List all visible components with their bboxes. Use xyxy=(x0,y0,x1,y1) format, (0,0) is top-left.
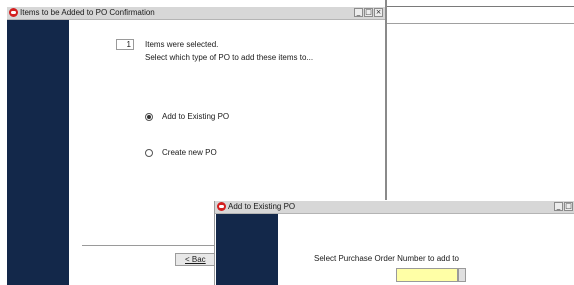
side-panel xyxy=(7,20,69,285)
maximize-button[interactable]: □ xyxy=(364,8,373,17)
item-count-field: 1 xyxy=(116,39,134,50)
window-divider xyxy=(385,0,387,200)
background-window-separator xyxy=(387,6,574,7)
maximize-button[interactable]: □ xyxy=(564,202,573,211)
po-number-input[interactable] xyxy=(396,268,458,282)
background-window xyxy=(387,0,574,200)
create-new-po-label[interactable]: Create new PO xyxy=(162,148,217,158)
add-existing-po-label[interactable]: Add to Existing PO xyxy=(162,112,229,122)
oracle-logo-icon xyxy=(9,8,18,17)
side-panel xyxy=(216,214,278,285)
po-type-instruction: Select which type of PO to add these ite… xyxy=(145,53,314,62)
create-new-po-radio[interactable] xyxy=(145,149,153,157)
close-button[interactable]: × xyxy=(374,8,383,17)
confirmation-dialog-titlebar: Items to be Added to PO Confirmation _ □… xyxy=(7,7,385,20)
po-list-button[interactable] xyxy=(458,268,466,282)
minimize-button[interactable]: _ xyxy=(554,202,563,211)
add-existing-po-radio[interactable] xyxy=(145,113,153,121)
background-window-separator-2 xyxy=(387,23,574,24)
back-button[interactable]: < Bac xyxy=(175,253,215,266)
add-existing-po-titlebar: Add to Existing PO _ □ xyxy=(215,201,574,214)
items-selected-text: Items were selected. xyxy=(145,40,219,49)
add-existing-po-dialog: Add to Existing PO _ □ xyxy=(214,201,574,285)
confirmation-dialog-title: Items to be Added to PO Confirmation xyxy=(20,8,155,17)
po-number-prompt: Select Purchase Order Number to add to xyxy=(314,254,459,263)
button-bar-separator xyxy=(82,245,217,246)
minimize-button[interactable]: _ xyxy=(354,8,363,17)
oracle-logo-icon xyxy=(217,202,226,211)
add-existing-po-title: Add to Existing PO xyxy=(228,202,296,211)
